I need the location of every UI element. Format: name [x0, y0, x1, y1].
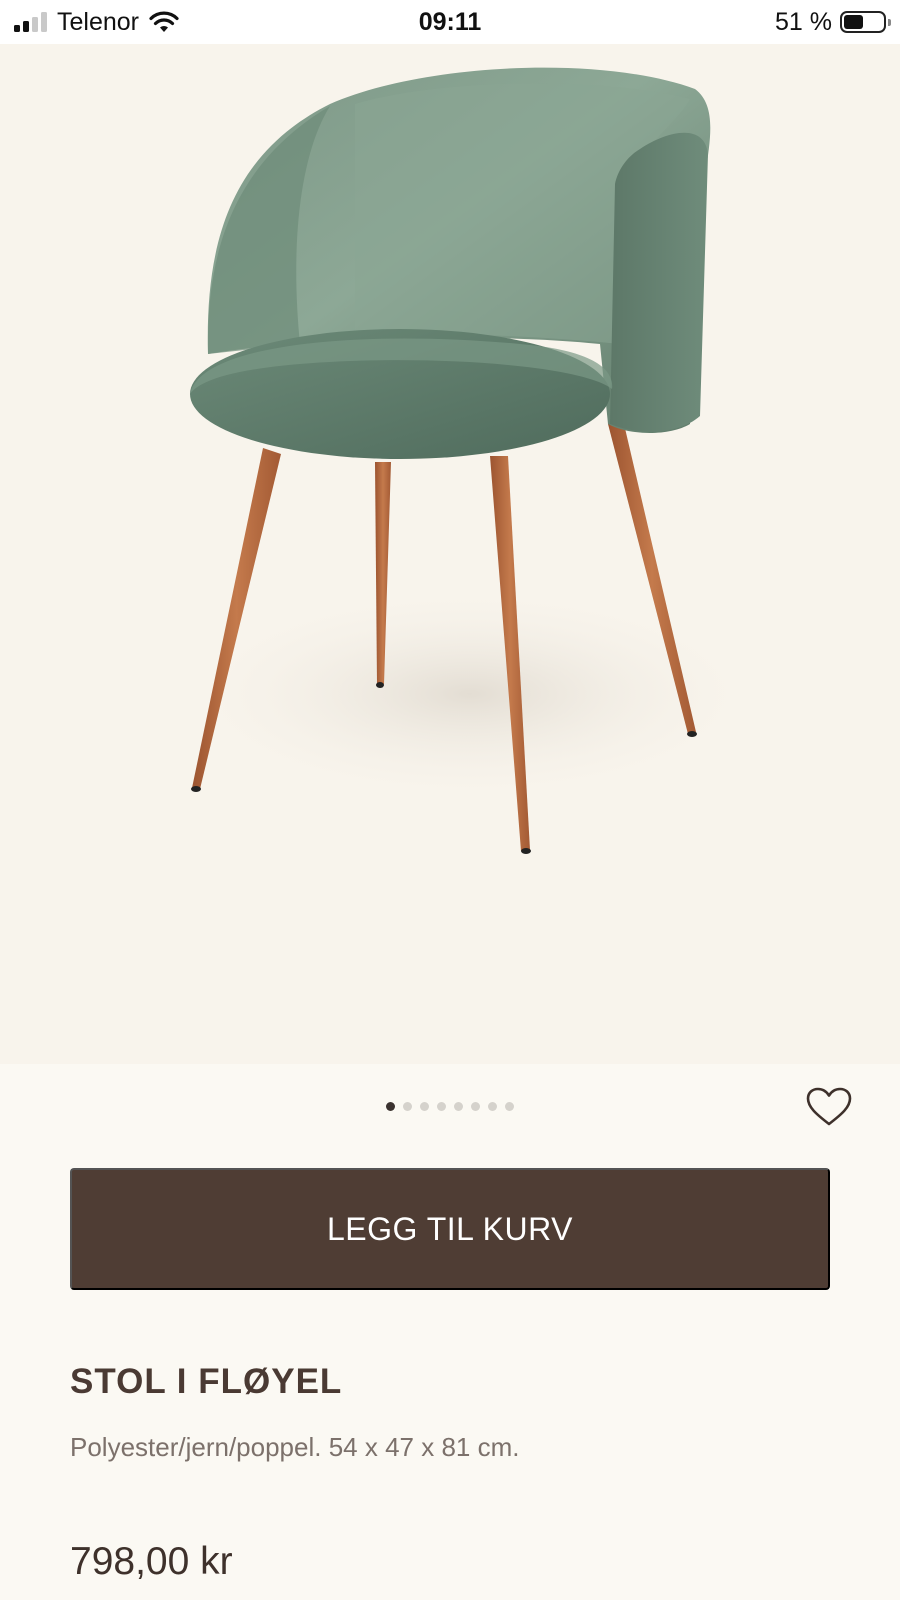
pager-dot[interactable] [437, 1102, 446, 1111]
favorite-button[interactable] [804, 1085, 854, 1129]
pager-dot[interactable] [488, 1102, 497, 1111]
battery-fill [844, 15, 864, 29]
battery-percentage: 51 % [775, 7, 832, 36]
clock: 09:11 [418, 8, 482, 36]
product-image[interactable] [0, 44, 900, 1064]
status-bar: Telenor 09:11 51 % [0, 0, 900, 44]
status-right: 51 % [775, 0, 891, 44]
pager-dot[interactable] [386, 1102, 395, 1111]
product-description: Polyester/jern/poppel. 54 x 47 x 81 cm. [70, 1432, 520, 1462]
product-price: 798,00 kr [70, 1540, 233, 1583]
pager-dot[interactable] [420, 1102, 429, 1111]
pager-dot[interactable] [471, 1102, 480, 1111]
heart-icon [806, 1087, 852, 1126]
battery-icon [840, 11, 891, 33]
pager-dot[interactable] [505, 1102, 514, 1111]
chair-illustration [170, 67, 770, 854]
product-title: STOL I FLØYEL [70, 1362, 343, 1401]
image-pager[interactable] [0, 1102, 900, 1111]
pager-dot[interactable] [403, 1102, 412, 1111]
add-to-cart-button[interactable]: LEGG TIL KURV [70, 1168, 830, 1290]
pager-dot[interactable] [454, 1102, 463, 1111]
